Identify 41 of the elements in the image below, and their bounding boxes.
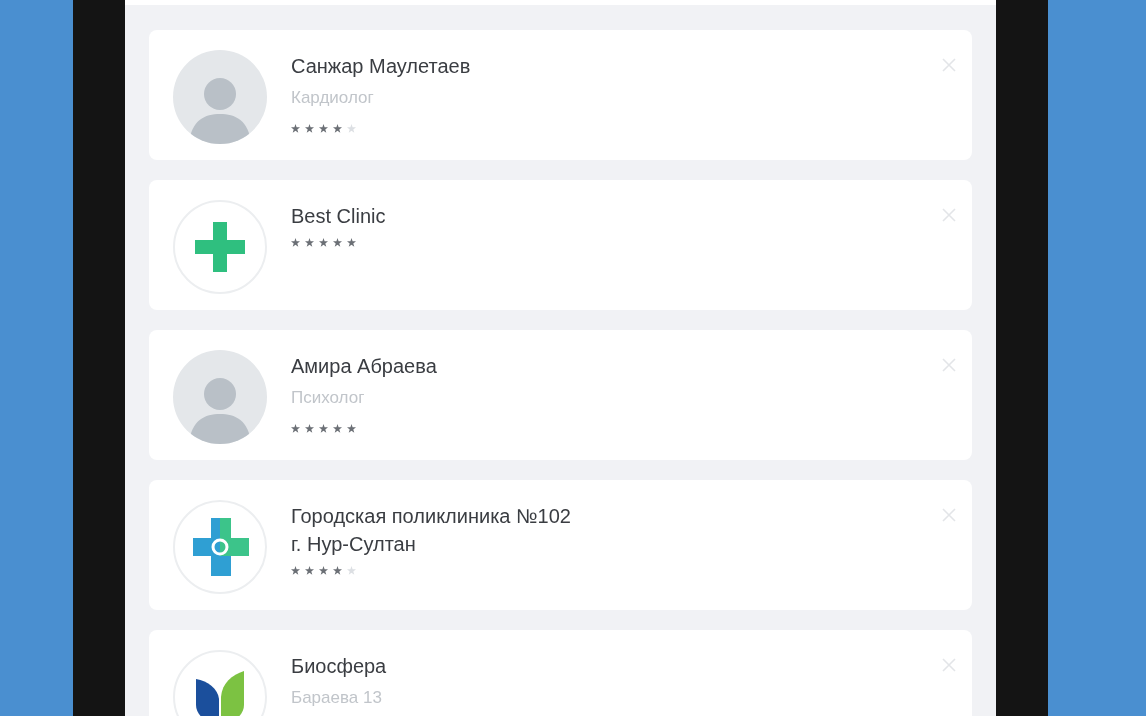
card-title: Городская поликлиника №102 — [291, 504, 572, 529]
star-icon — [319, 566, 328, 575]
star-icon — [347, 238, 356, 247]
subtitle-text: Кардиолог — [291, 88, 375, 108]
clinic-card[interactable]: Best Clinic — [149, 180, 972, 310]
star-icon — [347, 566, 356, 575]
doctor-card[interactable]: Амира Абраева Психолог — [149, 330, 972, 460]
close-icon[interactable] — [942, 208, 956, 222]
star-icon — [291, 424, 300, 433]
star-icon — [319, 424, 328, 433]
card-title: Best Clinic — [291, 204, 387, 229]
close-icon[interactable] — [942, 508, 956, 522]
close-icon[interactable] — [942, 658, 956, 672]
card-title: Амира Абраева — [291, 354, 438, 379]
star-icon — [305, 238, 314, 247]
star-icon — [305, 124, 314, 133]
star-icon — [291, 124, 300, 133]
star-icon — [319, 238, 328, 247]
star-icon — [333, 566, 342, 575]
close-icon[interactable] — [942, 358, 956, 372]
address-text: г. Нур-Султан — [291, 532, 417, 557]
star-icon — [291, 238, 300, 247]
subtitle-text: Бараева 13 — [291, 688, 383, 708]
card-title: Санжар Маулетаев — [291, 54, 472, 79]
star-icon — [333, 424, 342, 433]
subtitle-text: Психолог — [291, 388, 366, 408]
star-icon — [333, 238, 342, 247]
star-icon — [305, 566, 314, 575]
clinic-card[interactable]: Городская поликлиника №102 г. Нур-Султан — [149, 480, 972, 610]
star-icon — [347, 424, 356, 433]
book-logo-icon — [194, 669, 246, 716]
star-icon — [291, 566, 300, 575]
close-icon[interactable] — [942, 58, 956, 72]
star-icon — [305, 424, 314, 433]
doctor-card[interactable]: Санжар Маулетаев Кардиолог — [149, 30, 972, 160]
card-title: Биосфера — [291, 654, 388, 679]
star-icon — [319, 124, 328, 133]
plus-logo-icon — [193, 220, 247, 274]
star-icon — [347, 124, 356, 133]
star-icon — [333, 124, 342, 133]
clinic-card[interactable]: Биосфера Бараева 13 — [149, 630, 972, 716]
